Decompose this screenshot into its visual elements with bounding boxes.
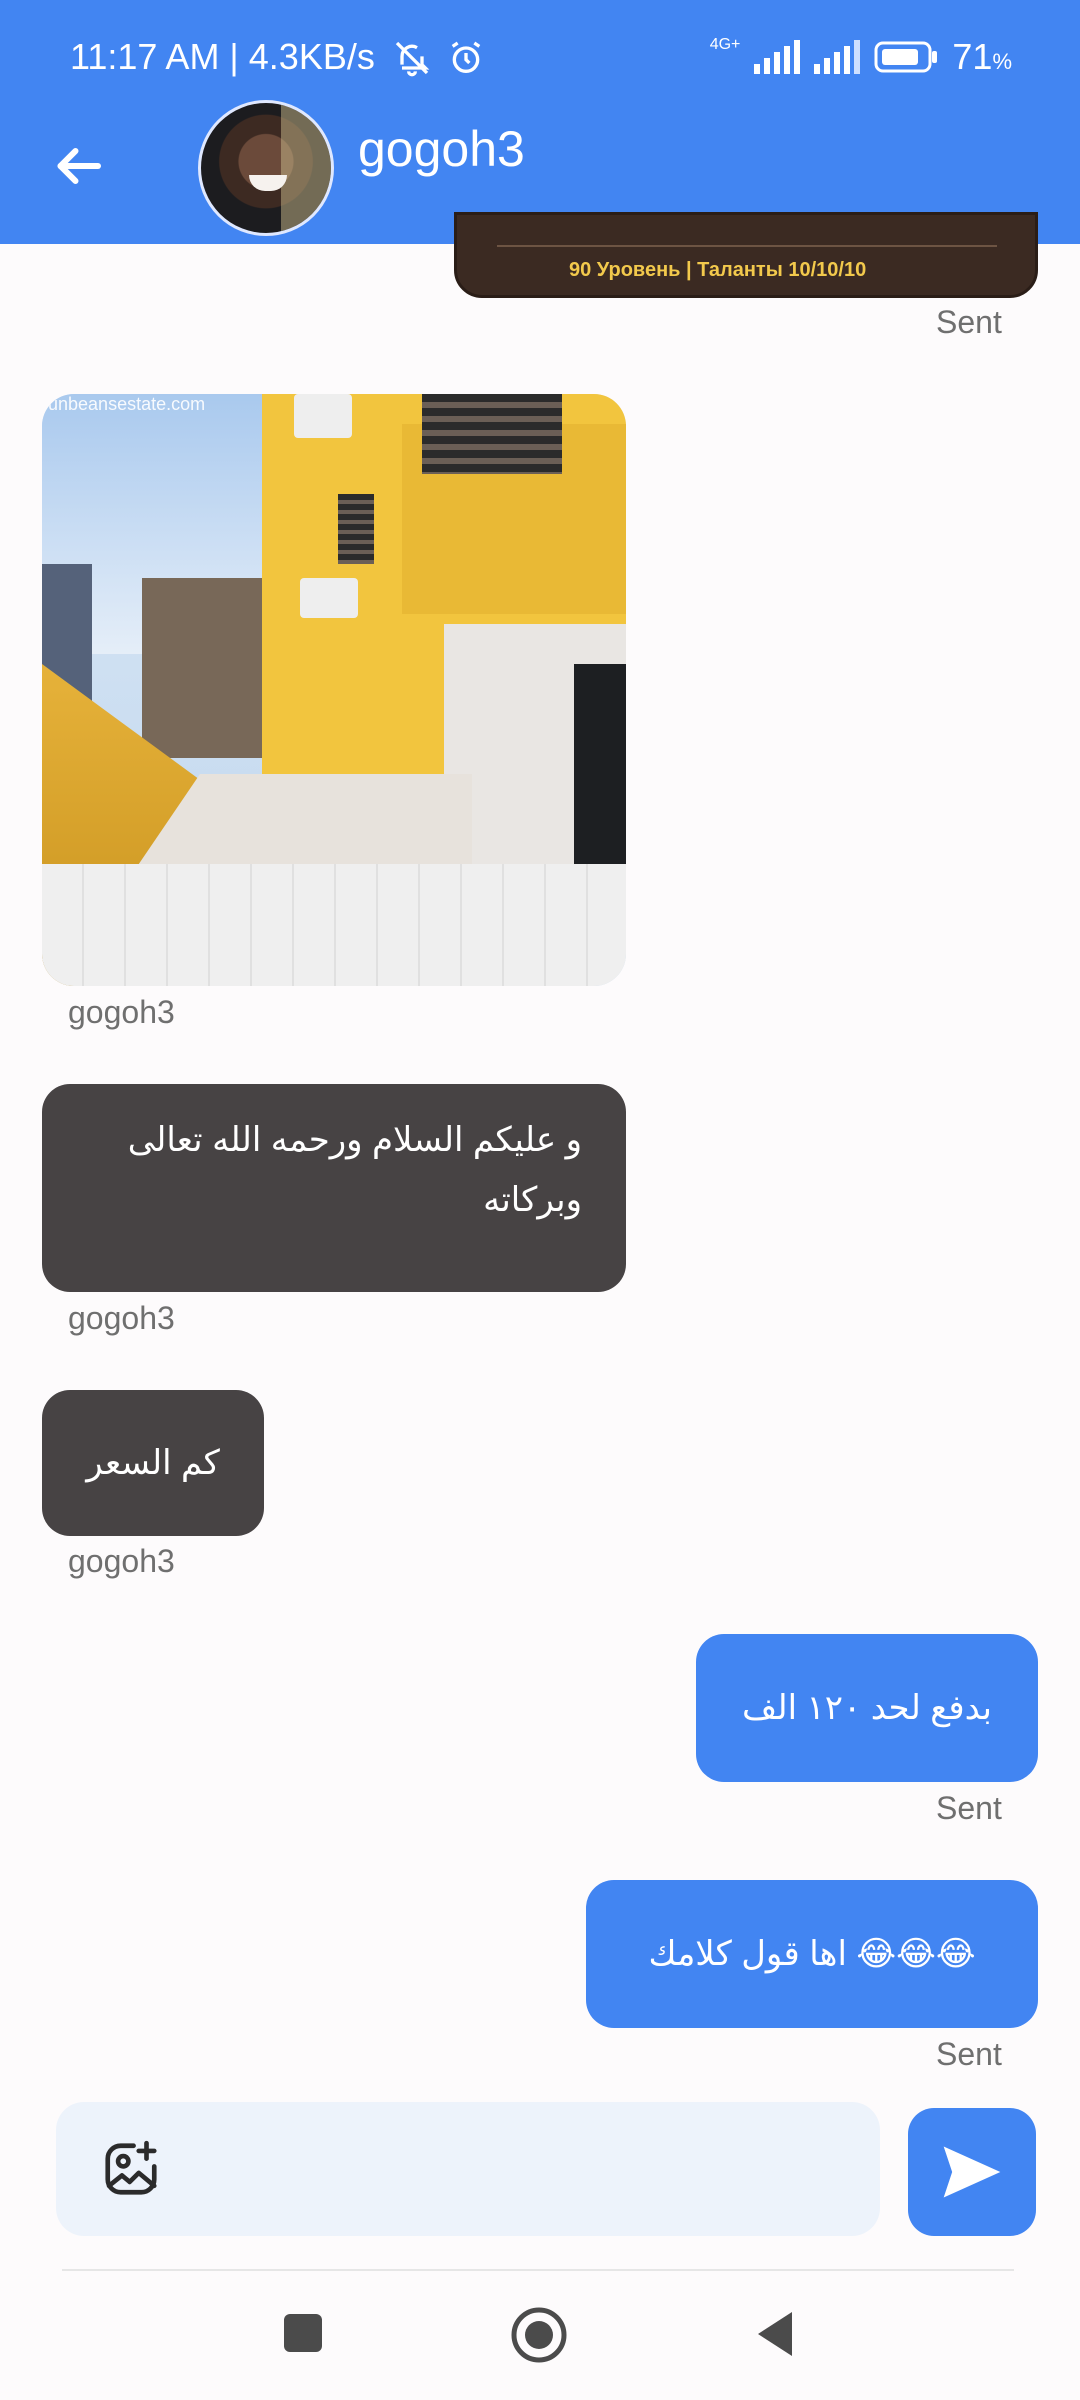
battery-icon bbox=[874, 41, 938, 73]
circle-icon[interactable] bbox=[510, 2306, 568, 2364]
contact-name[interactable]: gogoh3 bbox=[358, 120, 525, 178]
sender-name: gogoh3 bbox=[68, 1543, 175, 1579]
avatar[interactable] bbox=[198, 100, 334, 236]
alarm-icon bbox=[451, 41, 481, 73]
back-button[interactable] bbox=[48, 136, 108, 196]
message-input[interactable] bbox=[56, 2102, 880, 2236]
sent-message[interactable]: بدفع لحد ١٢٠ الف bbox=[696, 1634, 1038, 1782]
square-icon[interactable] bbox=[280, 2310, 326, 2356]
image-watermark: unbeansestate.com bbox=[48, 394, 206, 414]
sender-name: gogoh3 bbox=[68, 994, 175, 1030]
divider bbox=[62, 2269, 1014, 2271]
bell-off-icon bbox=[395, 41, 430, 77]
status-right: 4G+ 71% bbox=[710, 36, 1012, 78]
message-status: Sent bbox=[936, 304, 1002, 340]
system-nav-bar bbox=[0, 2272, 1080, 2400]
app-header: 11:17 AM | 4.3KB/s 4G+ 71% gogoh3 bbox=[0, 0, 1080, 244]
received-message[interactable]: و عليكم السلام ورحمه الله تعالى وبركاته bbox=[42, 1084, 626, 1292]
sent-message[interactable]: 😂😂😂 اها قول كلامك bbox=[586, 1880, 1038, 2028]
message-status: Sent bbox=[936, 1790, 1002, 1826]
network-type: 4G+ bbox=[709, 36, 741, 53]
signal-icon-2 bbox=[814, 40, 861, 74]
send-icon bbox=[943, 2146, 1001, 2198]
signal-icon bbox=[754, 40, 801, 74]
image-message[interactable]: unbeansestate.com bbox=[42, 394, 626, 986]
message-status: Sent bbox=[936, 2036, 1002, 2072]
previous-image-message[interactable]: 90 Уровень | Таланты 10/10/10 bbox=[454, 212, 1038, 298]
previous-image-caption: 90 Уровень | Таланты 10/10/10 bbox=[569, 259, 867, 281]
status-time: 11:17 AM | 4.3KB/s bbox=[70, 36, 375, 77]
status-icons bbox=[392, 38, 486, 78]
received-message[interactable]: كم السعر bbox=[42, 1390, 264, 1536]
arrow-left-icon bbox=[57, 148, 101, 184]
triangle-back-icon[interactable] bbox=[752, 2308, 798, 2360]
send-button[interactable] bbox=[908, 2108, 1036, 2236]
battery-level: 71% bbox=[952, 36, 1012, 77]
gallery-add-icon[interactable] bbox=[100, 2138, 162, 2200]
sender-name: gogoh3 bbox=[68, 1300, 175, 1336]
